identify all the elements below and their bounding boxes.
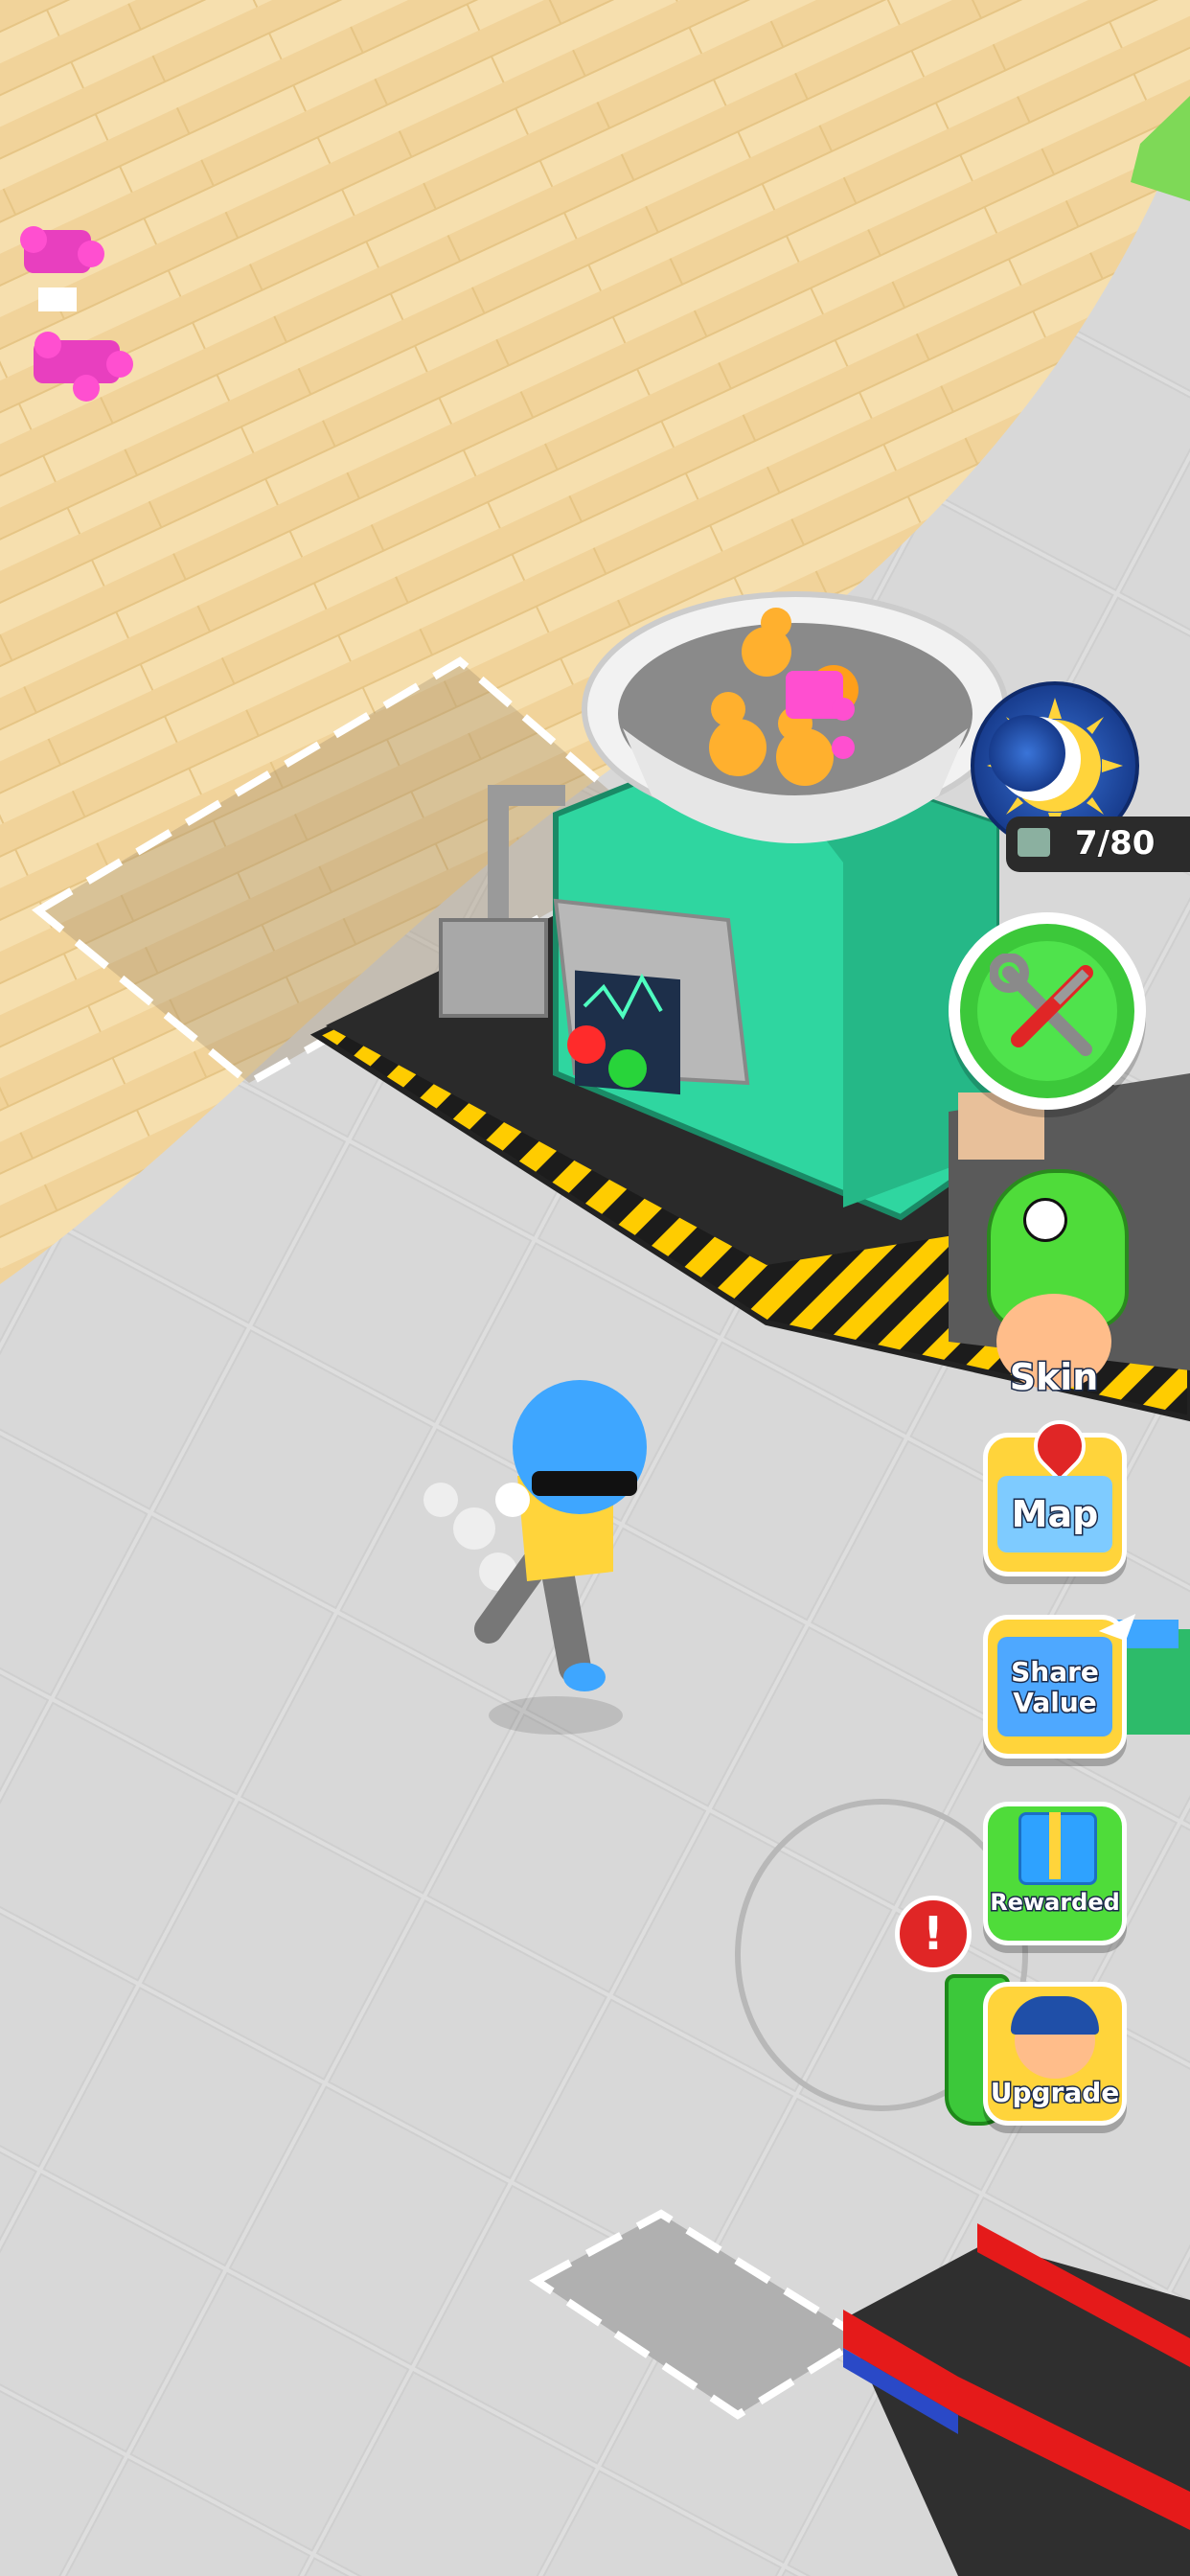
skin-button[interactable]: Skin [977,1150,1131,1400]
map-button[interactable]: Map [983,1409,1127,1576]
skin-label: Skin [1008,1355,1100,1400]
rewarded-button[interactable]: Rewarded [983,1802,1127,1945]
control-panel [553,898,750,1095]
alert-badge: ! [895,1896,972,1972]
build-tools-button[interactable] [949,912,1146,1110]
share-value-label-line1: Share [1010,1655,1101,1690]
box-icon [1018,828,1050,857]
rewarded-label: Rewarded [989,1888,1122,1918]
share-value-label-line2: Value [1012,1686,1099,1720]
capacity-counter-panel: 7/80 [1006,816,1190,872]
upgrade-label: Upgrade [989,2076,1121,2110]
alert-badge-text: ! [923,1907,944,1961]
share-value-button[interactable]: Share Value [983,1603,1136,1759]
pump-box [439,918,548,1018]
map-label: Map [1010,1492,1100,1537]
capacity-counter: 7/80 [1074,823,1156,863]
tools-icon [990,954,1093,1056]
upgrade-button[interactable]: Upgrade [983,1982,1127,2126]
